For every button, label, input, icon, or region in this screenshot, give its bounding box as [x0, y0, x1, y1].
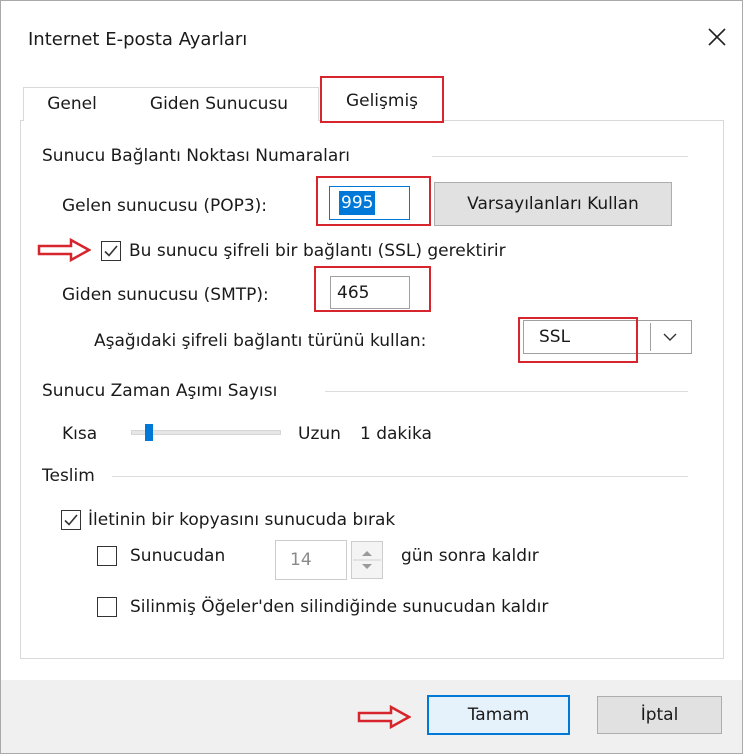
encryption-dropdown-button[interactable]: [650, 323, 688, 351]
leave-copy-checkbox[interactable]: [61, 510, 81, 530]
remove-after-label-post: gün sonra kaldır: [401, 546, 539, 566]
check-icon: [104, 245, 118, 257]
incoming-server-label: Gelen sunucusu (POP3):: [62, 196, 268, 216]
group-divider: [432, 156, 688, 157]
encryption-type-label: Aşağıdaki şifreli bağlantı türünü kullan…: [94, 331, 427, 351]
spinner-arrows-icon: [353, 551, 381, 569]
timeout-slider-track[interactable]: [131, 430, 281, 435]
group-label-timeout: Sunucu Zaman Aşımı Sayısı: [42, 381, 278, 401]
arrow-right-icon: [357, 704, 412, 730]
tab-outgoing-server[interactable]: Giden Sunucusu: [120, 87, 319, 121]
leave-copy-label: İletinin bir kopyasını sunucuda bırak: [88, 510, 396, 530]
timeout-long-label: Uzun: [298, 424, 341, 444]
group-divider: [325, 391, 688, 392]
outgoing-port-input[interactable]: [330, 276, 410, 309]
group-label-delivery: Teslim: [42, 466, 95, 486]
outgoing-server-label: Giden sunucusu (SMTP):: [62, 285, 269, 305]
remove-after-label-pre: Sunucudan: [130, 546, 226, 566]
timeout-slider-thumb[interactable]: [145, 424, 153, 441]
timeout-value-text: 1 dakika: [360, 424, 432, 444]
chevron-down-icon: [663, 333, 677, 341]
remove-deleted-checkbox[interactable]: [97, 597, 117, 617]
remove-deleted-label: Silinmiş Öğeler'den silindiğinde sunucud…: [130, 597, 549, 617]
check-icon: [64, 514, 78, 526]
ssl-required-label: Bu sunucu şifreli bir bağlantı (SSL) ger…: [129, 241, 506, 261]
annotation-arrow-ssl: [37, 237, 92, 263]
annotation-arrow-ok: [357, 704, 412, 730]
use-defaults-button[interactable]: Varsayılanları Kullan: [434, 182, 672, 226]
days-spinner[interactable]: [351, 541, 383, 579]
remove-after-days-input[interactable]: [275, 540, 347, 580]
timeout-short-label: Kısa: [62, 424, 98, 444]
cancel-button[interactable]: İptal: [597, 696, 722, 734]
remove-after-checkbox[interactable]: [97, 546, 117, 566]
ok-button[interactable]: Tamam: [427, 695, 570, 735]
group-divider: [112, 476, 688, 477]
encryption-type-value: SSL: [539, 327, 571, 347]
ssl-required-checkbox[interactable]: [101, 241, 121, 261]
tab-general[interactable]: Genel: [23, 87, 121, 121]
incoming-port-selected-text: 995: [341, 193, 374, 213]
window-title: Internet E-posta Ayarları: [28, 29, 248, 50]
close-icon: [708, 28, 726, 46]
arrow-right-icon: [37, 237, 92, 263]
group-label-server-ports: Sunucu Bağlantı Noktası Numaraları: [42, 146, 350, 166]
tab-advanced[interactable]: Gelişmiş: [320, 76, 444, 123]
close-button[interactable]: [702, 22, 732, 52]
